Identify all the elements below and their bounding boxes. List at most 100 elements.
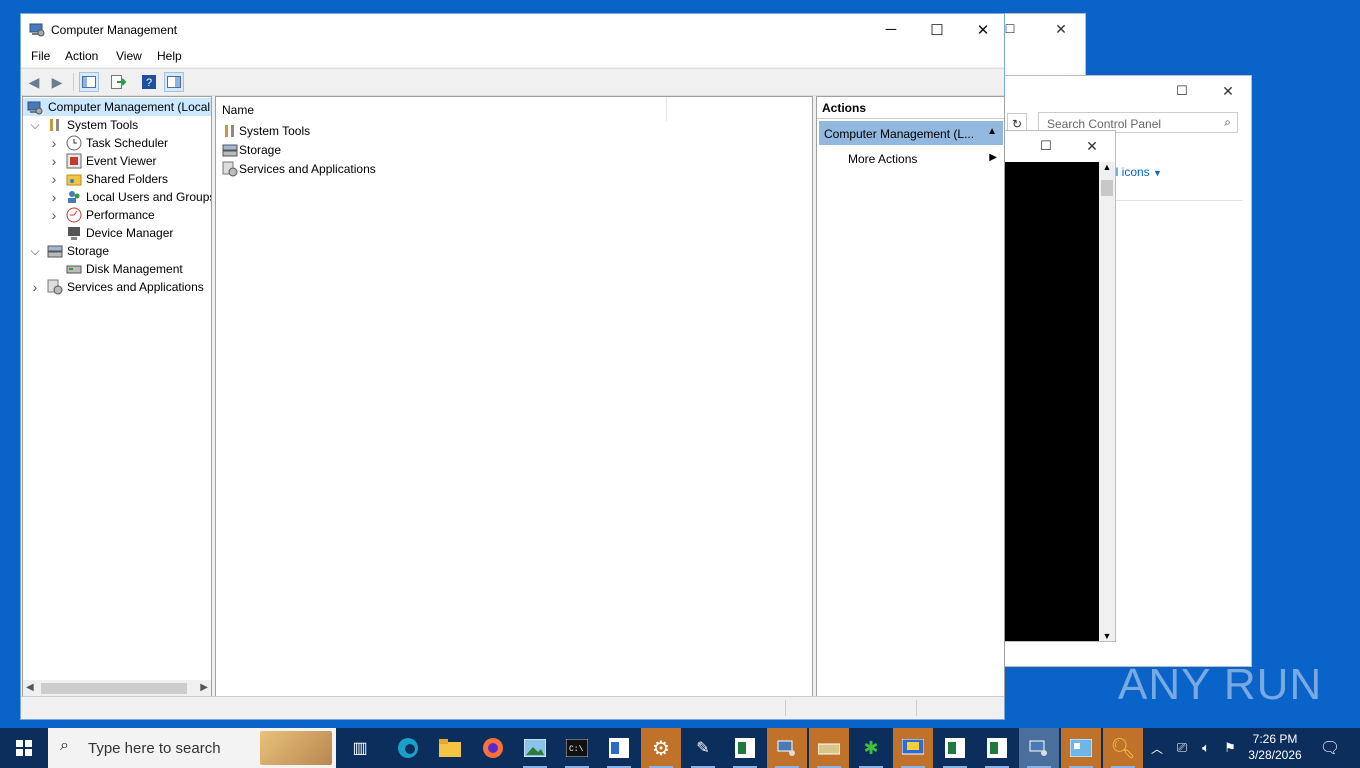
notification-flag-icon[interactable]: ⚑ bbox=[1218, 728, 1242, 768]
maximize-icon[interactable]: ☐ bbox=[1023, 131, 1069, 161]
toolbar: ◀ ▶ ? bbox=[21, 68, 1004, 96]
tree-item[interactable]: ⌵ Storage bbox=[23, 242, 211, 260]
minimize-button[interactable]: ─ bbox=[868, 14, 914, 45]
view-by-link[interactable]: ll icons ▼ bbox=[1113, 165, 1162, 179]
collapse-icon[interactable]: ▲ bbox=[987, 126, 997, 137]
volume-icon[interactable]: 🔈︎ bbox=[1194, 728, 1218, 768]
action-label: More Actions bbox=[848, 152, 918, 166]
command-prompt-icon[interactable]: C:\ bbox=[557, 728, 597, 768]
list-item-label: System Tools bbox=[239, 124, 311, 138]
taskbar-search-box[interactable]: ⌕ Type here to search bbox=[48, 728, 336, 768]
expand-chevron-down-icon[interactable]: ⌵ bbox=[29, 116, 41, 134]
control-panel-taskbar-icon[interactable] bbox=[1061, 728, 1101, 768]
computer-management-icon bbox=[29, 21, 45, 40]
tree-item[interactable]: › Services and Applications bbox=[23, 278, 211, 296]
storage-icon bbox=[47, 243, 63, 259]
monitor-app-icon[interactable] bbox=[893, 728, 933, 768]
event-viewer-icon bbox=[66, 153, 82, 169]
notepad-icon[interactable] bbox=[725, 728, 765, 768]
close-icon[interactable]: ✕ bbox=[1041, 14, 1081, 44]
expand-chevron-right-icon[interactable]: › bbox=[29, 278, 41, 296]
scroll-left-icon[interactable]: ◀ bbox=[26, 682, 34, 693]
tools-icon bbox=[47, 117, 63, 133]
back-arrow-icon[interactable]: ◀ bbox=[24, 72, 44, 92]
close-icon[interactable]: ✕ bbox=[1069, 131, 1115, 161]
content-pane[interactable]: Name System Tools Storage Services and App… bbox=[215, 96, 813, 698]
app-icon-1[interactable]: ✎ bbox=[683, 728, 723, 768]
taskbar: ⌕ Type here to search ▥ C:\ ⚙ ✎ ✱ 🔍︎ ︿ ⎚… bbox=[0, 728, 1360, 768]
scroll-thumb[interactable] bbox=[1101, 180, 1113, 196]
tree-item[interactable]: ⌵ System Tools bbox=[23, 116, 211, 134]
maximize-button[interactable]: ☐ bbox=[914, 14, 960, 45]
notifications-icon[interactable]: 🗨︎ bbox=[1310, 728, 1350, 768]
title-bar[interactable]: Computer Management ─ ☐ ✕ bbox=[21, 14, 1004, 45]
column-header-name[interactable]: Name bbox=[216, 97, 667, 121]
tree-item-label: Shared Folders bbox=[86, 172, 169, 186]
task-view-icon[interactable]: ▥ bbox=[340, 728, 380, 768]
actions-header-label: Actions bbox=[822, 101, 867, 115]
tree-item[interactable]: Computer Management (Local bbox=[23, 98, 211, 116]
tree-item-label: Computer Management (Local bbox=[48, 100, 211, 114]
settings-gear-icon[interactable]: ⚙ bbox=[641, 728, 681, 768]
services-icon bbox=[222, 161, 238, 177]
tree-item[interactable]: › Local Users and Groups bbox=[23, 188, 211, 206]
expand-chevron-down-icon[interactable]: ⌵ bbox=[29, 242, 41, 260]
menu-file[interactable]: File bbox=[31, 49, 50, 63]
photos-app-icon[interactable] bbox=[515, 728, 555, 768]
action-more-actions[interactable]: More Actions ▶ bbox=[819, 147, 1003, 169]
network-icon[interactable]: ⎚ bbox=[1170, 728, 1194, 768]
chevron-up-icon[interactable]: ︿ bbox=[1145, 728, 1169, 768]
scroll-up-icon[interactable]: ▲ bbox=[1099, 162, 1115, 172]
background-window-1[interactable]: ☐ ✕ bbox=[1004, 13, 1086, 79]
app-icon-2[interactable] bbox=[809, 728, 849, 768]
menu-action[interactable]: Action bbox=[65, 49, 98, 63]
close-button[interactable]: ✕ bbox=[960, 14, 1006, 45]
computer-management-window[interactable]: Computer Management ─ ☐ ✕ File Action Vi… bbox=[20, 13, 1005, 720]
file-explorer-icon[interactable] bbox=[430, 728, 470, 768]
expand-chevron-right-icon[interactable]: › bbox=[48, 152, 60, 170]
tree-item[interactable]: › Shared Folders bbox=[23, 170, 211, 188]
app-icon-4[interactable] bbox=[935, 728, 975, 768]
expand-chevron-right-icon[interactable]: › bbox=[48, 188, 60, 206]
expand-chevron-right-icon[interactable]: › bbox=[48, 170, 60, 188]
app-icon-3[interactable]: ✱ bbox=[851, 728, 891, 768]
svg-text:C:\: C:\ bbox=[569, 745, 584, 754]
scroll-down-icon[interactable]: ▼ bbox=[1099, 631, 1115, 641]
tree-item[interactable]: › Task Scheduler bbox=[23, 134, 211, 152]
expand-chevron-right-icon[interactable]: › bbox=[48, 134, 60, 152]
scroll-thumb[interactable] bbox=[41, 683, 187, 694]
tree-item[interactable]: › Performance bbox=[23, 206, 211, 224]
edge-browser-icon[interactable] bbox=[388, 728, 428, 768]
help-icon[interactable]: ? bbox=[139, 72, 159, 92]
firefox-icon[interactable] bbox=[473, 728, 513, 768]
menu-help[interactable]: Help bbox=[157, 49, 182, 63]
actions-section-header[interactable]: Computer Management (L... ▲ bbox=[819, 121, 1003, 145]
start-button[interactable] bbox=[4, 728, 44, 768]
computer-management-active-icon[interactable] bbox=[1019, 728, 1059, 768]
console-window[interactable]: ☐ ✕ ▲ ▼ bbox=[1004, 130, 1116, 642]
chevron-down-icon: ▼ bbox=[1153, 168, 1162, 178]
maximize-icon[interactable]: ☐ bbox=[1159, 76, 1205, 106]
svg-text:?: ? bbox=[146, 77, 152, 89]
tree-item[interactable]: Device Manager bbox=[23, 224, 211, 242]
show-action-pane-icon[interactable] bbox=[164, 72, 184, 92]
tree-pane[interactable]: Computer Management (Local ⌵ System Tools ›… bbox=[22, 96, 212, 698]
scrollbar[interactable]: ▲ ▼ bbox=[1099, 162, 1115, 641]
menu-view[interactable]: View bbox=[116, 49, 142, 63]
search-tool-icon[interactable]: 🔍︎ bbox=[1103, 728, 1143, 768]
expand-chevron-right-icon[interactable]: › bbox=[48, 206, 60, 224]
tree-item[interactable]: Disk Management bbox=[23, 260, 211, 278]
tree-horizontal-scrollbar[interactable]: ◀ ▶ bbox=[23, 680, 211, 697]
scroll-right-icon[interactable]: ▶ bbox=[200, 682, 208, 693]
clock[interactable]: 7:26 PM 3/28/2026 bbox=[1244, 731, 1306, 765]
column-header-label: Name bbox=[222, 103, 255, 117]
forward-arrow-icon[interactable]: ▶ bbox=[47, 72, 67, 92]
show-hide-tree-icon[interactable] bbox=[79, 72, 99, 92]
computer-management-taskbar-icon[interactable] bbox=[767, 728, 807, 768]
close-icon[interactable]: ✕ bbox=[1205, 76, 1251, 106]
export-list-icon[interactable] bbox=[109, 72, 129, 92]
document-viewer-icon[interactable] bbox=[599, 728, 639, 768]
tree-item[interactable]: › Event Viewer bbox=[23, 152, 211, 170]
app-icon-5[interactable] bbox=[977, 728, 1017, 768]
disk-icon bbox=[66, 261, 82, 277]
